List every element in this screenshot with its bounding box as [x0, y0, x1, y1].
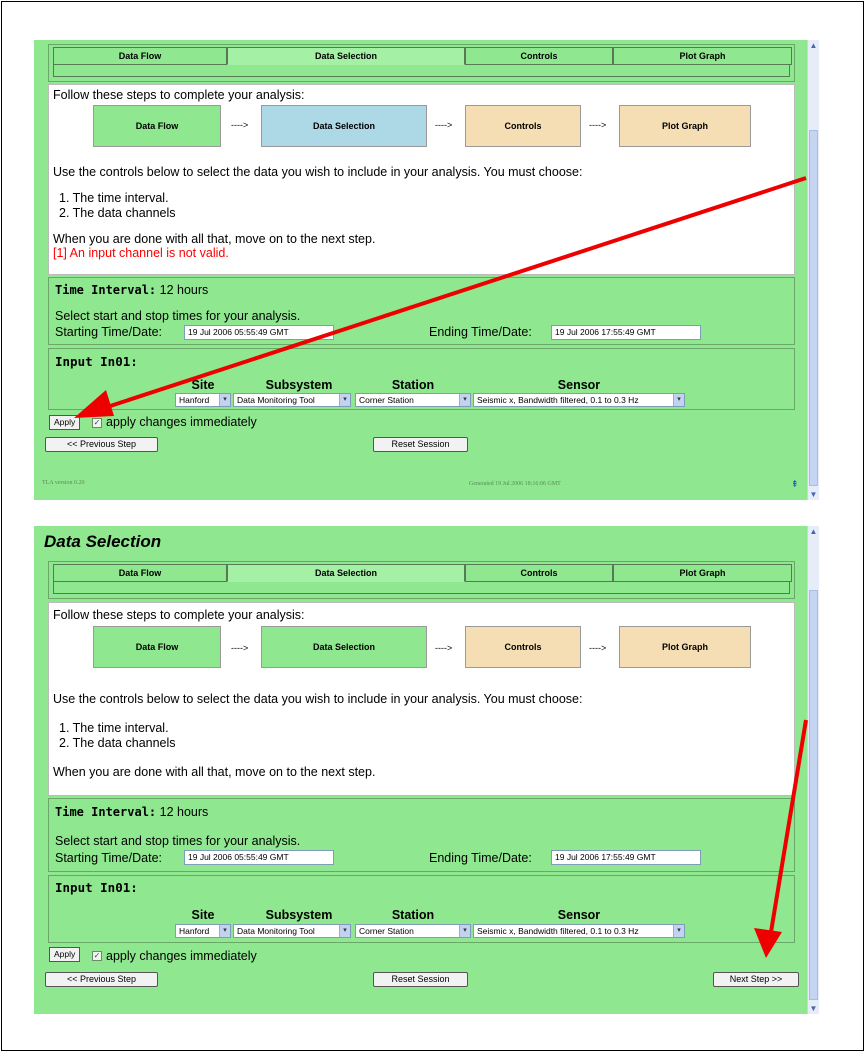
arrowhead	[74, 390, 114, 418]
annotation-arrows	[74, 176, 808, 958]
annotation-arrow-to-next-step	[769, 719, 808, 933]
annotation-arrow-to-apply	[97, 176, 807, 412]
arrowhead	[754, 928, 782, 958]
